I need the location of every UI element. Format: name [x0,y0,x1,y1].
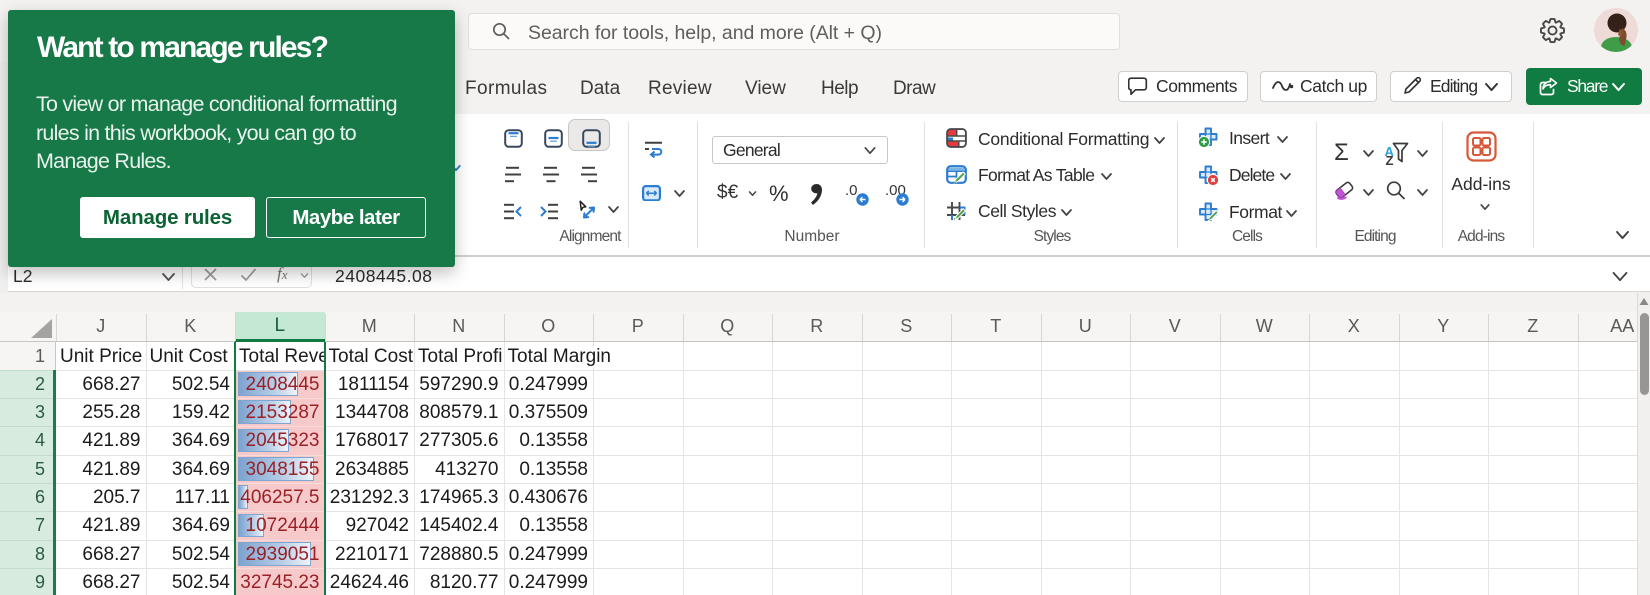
svg-text:Z: Z [1386,153,1394,165]
